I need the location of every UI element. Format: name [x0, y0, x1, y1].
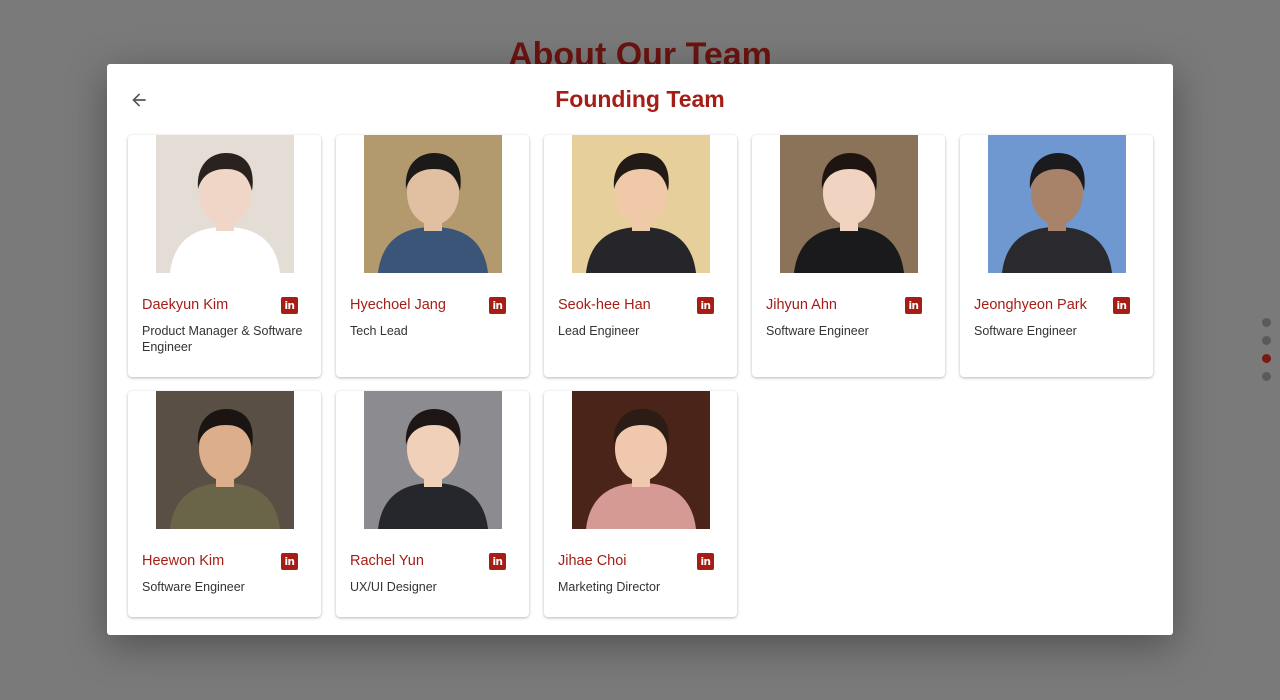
- member-name: Jihyun Ahn: [766, 297, 837, 313]
- member-photo: [572, 135, 710, 273]
- founding-team-modal: Founding Team Daekyun Kim in Product Man…: [107, 64, 1173, 635]
- member-role: Marketing Director: [558, 580, 661, 594]
- member-role: Software Engineer: [974, 324, 1077, 338]
- member-card: Seok-hee Han in Lead Engineer: [544, 135, 737, 377]
- linkedin-icon[interactable]: in: [489, 297, 506, 314]
- member-role: Product Manager & Software Engineer: [142, 324, 303, 354]
- linkedin-icon[interactable]: in: [489, 553, 506, 570]
- member-card: Jihae Choi in Marketing Director: [544, 391, 737, 617]
- member-name: Daekyun Kim: [142, 297, 229, 313]
- member-photo: [364, 135, 502, 273]
- member-name: Jeonghyeon Park: [974, 297, 1087, 313]
- member-photo: [364, 391, 502, 529]
- section-dot[interactable]: [1262, 336, 1271, 345]
- linkedin-icon[interactable]: in: [281, 297, 298, 314]
- modal-title: Founding Team: [555, 86, 725, 112]
- member-card: Jihyun Ahn in Software Engineer: [752, 135, 945, 377]
- linkedin-icon[interactable]: in: [905, 297, 922, 314]
- member-role: Tech Lead: [350, 324, 408, 338]
- section-dots: [1262, 318, 1271, 381]
- linkedin-icon[interactable]: in: [1113, 297, 1130, 314]
- linkedin-icon[interactable]: in: [281, 553, 298, 570]
- member-name: Hyechoel Jang: [350, 297, 446, 313]
- section-dot[interactable]: [1262, 372, 1271, 381]
- member-card: Rachel Yun in UX/UI Designer: [336, 391, 529, 617]
- member-card: Daekyun Kim in Product Manager & Softwar…: [128, 135, 321, 377]
- linkedin-icon[interactable]: in: [697, 297, 714, 314]
- member-card: Jeonghyeon Park in Software Engineer: [960, 135, 1153, 377]
- member-role: Lead Engineer: [558, 324, 640, 338]
- member-card: Heewon Kim in Software Engineer: [128, 391, 321, 617]
- section-dot-active[interactable]: [1262, 354, 1271, 363]
- member-role: UX/UI Designer: [350, 580, 437, 594]
- member-photo: [156, 135, 294, 273]
- member-name: Heewon Kim: [142, 553, 225, 569]
- team-grid: Daekyun Kim in Product Manager & Softwar…: [128, 135, 1153, 617]
- member-photo: [988, 135, 1126, 273]
- member-name: Seok-hee Han: [558, 297, 651, 313]
- member-name: Rachel Yun: [350, 553, 424, 569]
- member-name: Jihae Choi: [558, 553, 627, 569]
- member-card: Hyechoel Jang in Tech Lead: [336, 135, 529, 377]
- linkedin-icon[interactable]: in: [697, 553, 714, 570]
- member-role: Software Engineer: [142, 580, 245, 594]
- member-photo: [156, 391, 294, 529]
- member-role: Software Engineer: [766, 324, 869, 338]
- member-photo: [572, 391, 710, 529]
- section-dot[interactable]: [1262, 318, 1271, 327]
- member-photo: [780, 135, 918, 273]
